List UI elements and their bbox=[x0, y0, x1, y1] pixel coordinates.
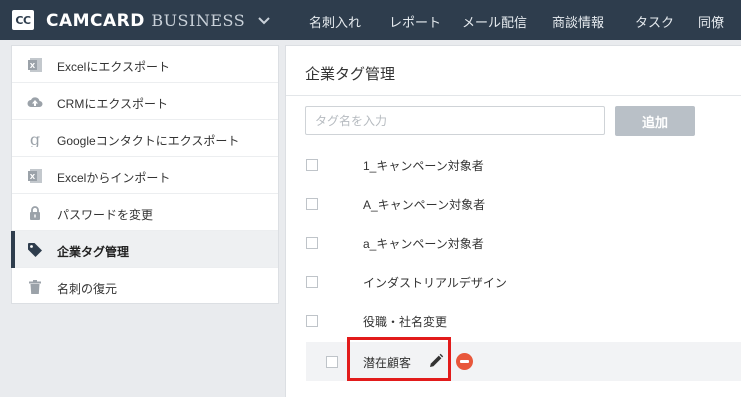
svg-text:X: X bbox=[30, 173, 36, 181]
sidebar-item-company-tags[interactable]: 企業タグ管理 bbox=[11, 231, 278, 268]
top-navbar: CC CAMCARD BUSINESS 名刺入れ レポート メール配信 商談情報… bbox=[0, 0, 741, 40]
brand-sub: BUSINESS bbox=[151, 11, 246, 30]
tag-checkbox[interactable] bbox=[306, 315, 318, 327]
brand-name[interactable]: CAMCARD BUSINESS bbox=[46, 11, 245, 31]
sidebar-item-change-password[interactable]: パスワードを変更 bbox=[12, 194, 278, 231]
remove-icon[interactable] bbox=[456, 353, 473, 370]
chevron-down-icon[interactable] bbox=[258, 13, 270, 27]
tag-checkbox[interactable] bbox=[306, 159, 318, 171]
tag-row[interactable]: 役職・社名変更 bbox=[286, 301, 726, 340]
sidebar-item-excel-import[interactable]: X Excelからインポート bbox=[12, 157, 278, 194]
tag-row[interactable]: a_キャンペーン対象者 bbox=[286, 223, 726, 262]
tag-label: 1_キャンペーン対象者 bbox=[363, 159, 484, 173]
sidebar-item-excel-export[interactable]: X Excelにエクスポート bbox=[12, 46, 278, 83]
page-title: 企業タグ管理 bbox=[305, 66, 396, 83]
sidebar-item-restore-cards[interactable]: 名刺の復元 bbox=[12, 268, 278, 305]
tag-checkbox[interactable] bbox=[306, 276, 318, 288]
nav-business-cards[interactable]: 名刺入れ bbox=[309, 12, 361, 31]
tag-row[interactable]: 1_キャンペーン対象者 bbox=[286, 145, 726, 184]
nav-colleagues[interactable]: 同僚 bbox=[698, 12, 724, 31]
sidebar-item-label: Excelにエクスポート bbox=[57, 60, 170, 74]
sidebar-item-label: CRMにエクスポート bbox=[57, 97, 168, 111]
cloud-upload-icon bbox=[27, 97, 43, 107]
sidebar-item-label: Googleコンタクトにエクスポート bbox=[57, 134, 240, 148]
nav-mail[interactable]: メール配信 bbox=[462, 12, 527, 31]
tag-checkbox[interactable] bbox=[306, 237, 318, 249]
nav-deals[interactable]: 商談情報 bbox=[552, 12, 604, 31]
excel-icon: X bbox=[28, 58, 42, 72]
trash-icon bbox=[29, 280, 41, 294]
sidebar-item-label: 名刺の復元 bbox=[57, 282, 118, 296]
tag-row[interactable]: インダストリアルデザイン bbox=[286, 262, 726, 301]
sidebar-item-label: Excelからインポート bbox=[57, 171, 171, 185]
tag-label: 役職・社名変更 bbox=[363, 315, 448, 329]
tag-checkbox[interactable] bbox=[326, 356, 338, 368]
svg-text:g: g bbox=[30, 131, 40, 147]
google-icon: g bbox=[30, 131, 40, 147]
lock-icon bbox=[30, 206, 40, 220]
sidebar-item-google-export[interactable]: g Googleコンタクトにエクスポート bbox=[12, 120, 278, 157]
nav-tasks[interactable]: タスク bbox=[635, 12, 674, 31]
logo-icon[interactable]: CC bbox=[12, 10, 34, 30]
sidebar-item-crm-export[interactable]: CRMにエクスポート bbox=[12, 83, 278, 120]
tag-label: A_キャンペーン対象者 bbox=[363, 198, 486, 212]
excel-icon: X bbox=[28, 169, 42, 183]
tag-row[interactable]: A_キャンペーン対象者 bbox=[286, 184, 726, 223]
title-divider bbox=[286, 95, 741, 96]
svg-text:X: X bbox=[30, 62, 36, 70]
tag-label: a_キャンペーン対象者 bbox=[363, 237, 484, 251]
nav-reports[interactable]: レポート bbox=[389, 12, 441, 31]
tag-name-input[interactable] bbox=[305, 106, 605, 135]
add-tag-button[interactable]: 追加 bbox=[615, 106, 695, 136]
sidebar-item-label: 企業タグ管理 bbox=[57, 245, 130, 259]
tag-label: インダストリアルデザイン bbox=[363, 276, 507, 290]
tag-icon bbox=[28, 243, 42, 257]
brand-main: CAMCARD bbox=[46, 11, 145, 31]
tag-checkbox[interactable] bbox=[306, 198, 318, 210]
sidebar-item-label: パスワードを変更 bbox=[57, 208, 154, 222]
highlight-box bbox=[347, 337, 451, 381]
settings-sidebar: X Excelにエクスポート CRMにエクスポート g Googleコンタクトに… bbox=[11, 45, 279, 304]
